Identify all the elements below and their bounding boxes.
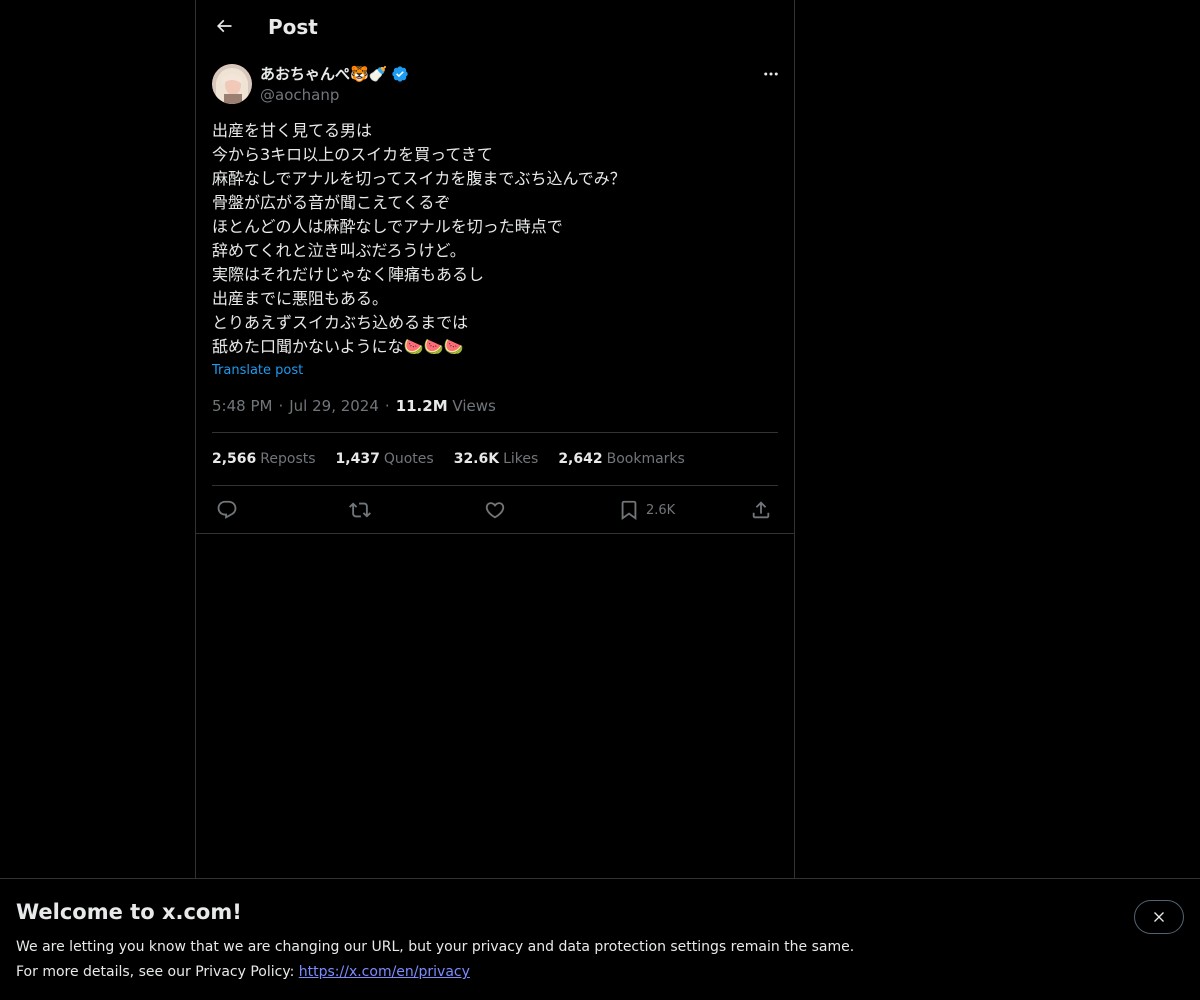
banner-line-2: For more details, see our Privacy Policy… — [16, 960, 854, 985]
post-text-line: ほとんどの人は麻酔なしでアナルを切った時点で — [212, 217, 563, 236]
likes-stat[interactable]: 32.6K Likes — [454, 449, 539, 469]
banner-line-2-prefix: For more details, see our Privacy Policy… — [16, 964, 299, 980]
post-date[interactable]: Jul 29, 2024 — [289, 397, 379, 415]
divider — [196, 533, 794, 534]
likes-label: Likes — [503, 451, 539, 467]
author-handle[interactable]: @aochanp — [260, 85, 339, 105]
more-icon — [764, 72, 778, 76]
more-options-button[interactable] — [760, 63, 782, 85]
bookmarks-count: 2,642 — [558, 451, 603, 467]
translate-post-link[interactable]: Translate post — [212, 361, 303, 381]
url-change-banner: Welcome to x.com! We are letting you kno… — [0, 878, 1200, 1000]
banner-title: Welcome to x.com! — [16, 900, 242, 924]
divider — [212, 432, 778, 433]
repost-icon — [349, 502, 371, 518]
banner-line-1: We are letting you know that we are chan… — [16, 939, 855, 955]
post-text-line: 実際はそれだけじゃなく陣痛もあるし — [212, 265, 485, 284]
back-button[interactable] — [209, 11, 239, 41]
post-time[interactable]: 5:48 PM — [212, 397, 272, 415]
author-name-row[interactable]: あおちゃんぺ🐯🍼 — [260, 64, 409, 84]
author-display-name: あおちゃんぺ🐯🍼 — [260, 65, 388, 83]
reposts-count: 2,566 — [212, 451, 257, 467]
bookmark-button[interactable]: 2.6K — [618, 497, 675, 523]
engagement-stats: 2,566 Reposts 1,437 Quotes 32.6K Likes 2,64… — [212, 449, 705, 469]
views-label: Views — [452, 397, 496, 415]
quotes-count: 1,437 — [335, 451, 380, 467]
quotes-label: Quotes — [383, 451, 434, 467]
avatar[interactable] — [212, 64, 252, 104]
post-text-line: 出産を甘く見てる男は — [212, 121, 373, 140]
likes-count: 32.6K — [453, 451, 500, 467]
post-text-line: 骨盤が広がる音が聞こえてくるぞ — [212, 193, 451, 212]
post-text-line: 辞めてくれと泣き叫ぶだろうけど。 — [212, 241, 466, 260]
bookmark-icon — [621, 500, 637, 521]
share-icon — [752, 501, 770, 519]
like-button[interactable] — [484, 497, 506, 523]
close-banner-button[interactable] — [1134, 900, 1184, 934]
quotes-stat[interactable]: 1,437 Quotes — [336, 449, 434, 469]
post-text-line: 麻酔なしでアナルを切ってスイカを腹までぶち込んでみ？ — [212, 169, 626, 188]
banner-message: We are letting you know that we are chan… — [16, 935, 854, 985]
views-count: 11.2M — [395, 397, 448, 415]
back-arrow-icon — [216, 19, 232, 33]
divider — [212, 485, 778, 486]
like-icon — [485, 502, 505, 519]
post-meta: 5:48 PM · Jul 29, 2024 · 11.2M Views — [212, 396, 496, 416]
post-text: 出産を甘く見てる男は 今から3キロ以上のスイカを買ってきて 麻酔なしでアナルを切… — [212, 119, 778, 359]
meta-separator: · — [278, 397, 284, 415]
privacy-policy-link[interactable]: https://x.com/en/privacy — [299, 964, 470, 980]
bookmarks-stat[interactable]: 2,642 Bookmarks — [558, 449, 685, 469]
reply-icon — [217, 500, 237, 519]
page-title: Post — [268, 15, 318, 39]
post-text-line: 舐めた口聞かないようにな🍉🍉🍉 — [212, 337, 464, 356]
bookmarks-label: Bookmarks — [606, 451, 685, 467]
reposts-stat[interactable]: 2,566 Reposts — [212, 449, 316, 469]
repost-button[interactable] — [349, 497, 371, 523]
post-text-line: 今から3キロ以上のスイカを買ってきて — [212, 145, 493, 164]
meta-separator: · — [384, 397, 390, 415]
share-button[interactable] — [750, 497, 772, 523]
post-text-line: 出産までに悪阻もある。 — [212, 289, 389, 308]
top-bar: Post — [196, 0, 794, 53]
primary-column: Post あおちゃんぺ🐯🍼 @aochanp 出産を甘く見てる男は 今から3キロ… — [195, 0, 795, 1000]
bookmark-count: 2.6K — [646, 502, 676, 518]
action-bar: 2.6K — [212, 497, 778, 523]
reply-button[interactable] — [216, 497, 238, 523]
close-icon — [1154, 912, 1164, 922]
verified-badge-icon[interactable] — [391, 65, 409, 83]
reposts-label: Reposts — [260, 451, 316, 467]
post-text-line: とりあえずスイカぶち込めるまでは — [212, 313, 469, 332]
